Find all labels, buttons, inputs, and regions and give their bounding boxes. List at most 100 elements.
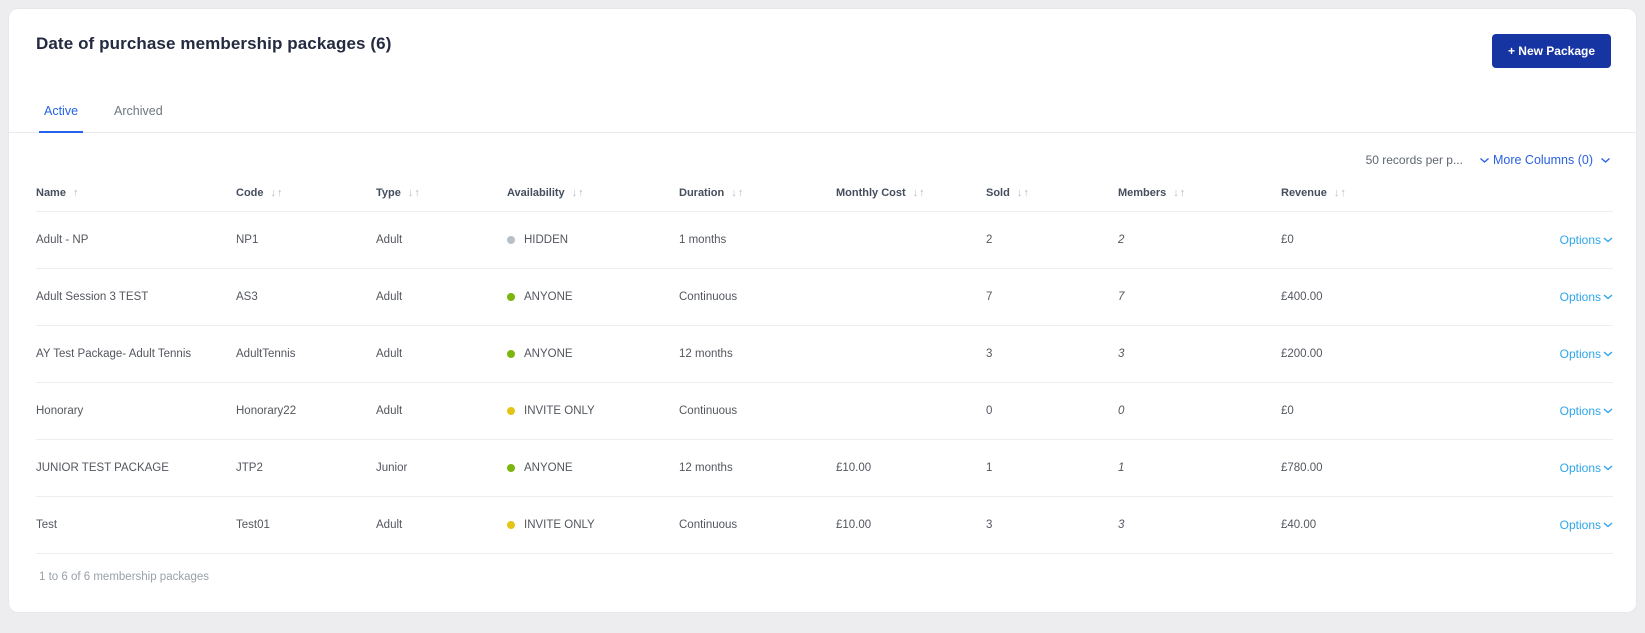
cell-availability: ANYONE bbox=[507, 325, 679, 383]
cell-duration: Continuous bbox=[679, 268, 836, 326]
column-header-duration[interactable]: Duration ↓↑ bbox=[679, 173, 836, 212]
options-button[interactable]: Options bbox=[1560, 518, 1613, 532]
cell-revenue: £400.00 bbox=[1281, 268, 1451, 326]
packages-table: Name ↑ Code ↓↑ Type ↓↑ Availability ↓↑ Duration ↓… bbox=[36, 173, 1613, 554]
cell-monthly-cost bbox=[836, 268, 986, 326]
table-row: JUNIOR TEST PACKAGE JTP2 Junior ANYONE 12 mo… bbox=[36, 439, 1613, 497]
sort-arrows-icon: ↓↑ bbox=[571, 187, 585, 199]
sort-arrows-icon: ↓↑ bbox=[1333, 187, 1347, 199]
availability-status-dot bbox=[507, 521, 515, 529]
options-label: Options bbox=[1559, 233, 1601, 247]
card-header: Date of purchase membership packages (6)… bbox=[9, 9, 1636, 68]
chevron-down-icon bbox=[1603, 351, 1613, 357]
options-button[interactable]: Options bbox=[1560, 347, 1613, 361]
table-row: Test Test01 Adult INVITE ONLY Continuous £10.… bbox=[36, 496, 1613, 554]
cell-name: Adult Session 3 TEST bbox=[36, 268, 236, 326]
cell-code: AdultTennis bbox=[236, 325, 376, 383]
more-columns-label: More Columns (0) bbox=[1492, 153, 1593, 167]
availability-label: ANYONE bbox=[524, 291, 573, 303]
more-columns-dropdown[interactable]: More Columns (0) bbox=[1479, 153, 1611, 167]
sort-arrows-icon: ↓↑ bbox=[407, 187, 421, 199]
cell-availability: INVITE ONLY bbox=[507, 382, 679, 440]
cell-sold: 1 bbox=[986, 439, 1118, 497]
pagination-summary: 1 to 6 of 6 membership packages bbox=[39, 571, 210, 583]
cell-type: Adult bbox=[376, 382, 507, 440]
column-label: Revenue bbox=[1281, 187, 1327, 199]
cell-members: 3 bbox=[1118, 496, 1281, 554]
column-label: Duration bbox=[679, 187, 725, 199]
cell-sold: 3 bbox=[986, 325, 1118, 383]
column-label: Monthly Cost bbox=[836, 187, 906, 199]
records-per-page-select[interactable]: 50 records per p... bbox=[1366, 153, 1463, 167]
availability-status-dot bbox=[507, 464, 515, 472]
column-label: Code bbox=[236, 187, 264, 199]
new-package-button[interactable]: + New Package bbox=[1491, 34, 1611, 68]
chevron-down-icon bbox=[1603, 408, 1613, 414]
availability-status-dot bbox=[507, 407, 515, 415]
options-button[interactable]: Options bbox=[1560, 461, 1613, 475]
cell-availability: ANYONE bbox=[507, 439, 679, 497]
column-header-code[interactable]: Code ↓↑ bbox=[236, 173, 376, 212]
column-header-monthly-cost[interactable]: Monthly Cost ↓↑ bbox=[836, 173, 986, 212]
chevron-down-icon bbox=[1603, 294, 1613, 300]
column-header-members[interactable]: Members ↓↑ bbox=[1118, 173, 1281, 212]
cell-code: AS3 bbox=[236, 268, 376, 326]
column-header-availability[interactable]: Availability ↓↑ bbox=[507, 173, 679, 212]
column-label: Type bbox=[376, 187, 401, 199]
cell-options: Options bbox=[1451, 496, 1613, 554]
column-header-name[interactable]: Name ↑ bbox=[36, 173, 236, 212]
table-row: Honorary Honorary22 Adult INVITE ONLY Contin… bbox=[36, 382, 1613, 440]
cell-sold: 3 bbox=[986, 496, 1118, 554]
cell-members: 3 bbox=[1118, 325, 1281, 383]
availability-status-dot bbox=[507, 236, 515, 244]
tabs-row: Active Archived bbox=[9, 104, 1636, 133]
table-row: Adult Session 3 TEST AS3 Adult ANYONE Contin… bbox=[36, 268, 1613, 326]
cell-revenue: £0 bbox=[1281, 211, 1451, 269]
table-header-row: Name ↑ Code ↓↑ Type ↓↑ Availability ↓↑ Duration ↓… bbox=[36, 173, 1613, 212]
cell-options: Options bbox=[1451, 325, 1613, 383]
cell-sold: 7 bbox=[986, 268, 1118, 326]
cell-revenue: £200.00 bbox=[1281, 325, 1451, 383]
column-header-sold[interactable]: Sold ↓↑ bbox=[986, 173, 1118, 212]
options-button[interactable]: Options bbox=[1560, 290, 1613, 304]
cell-type: Junior bbox=[376, 439, 507, 497]
chevron-down-icon bbox=[1600, 157, 1611, 164]
column-header-options bbox=[1451, 173, 1613, 212]
cell-type: Adult bbox=[376, 211, 507, 269]
column-header-type[interactable]: Type ↓↑ bbox=[376, 173, 507, 212]
cell-code: NP1 bbox=[236, 211, 376, 269]
cell-duration: 12 months bbox=[679, 439, 836, 497]
options-label: Options bbox=[1559, 290, 1601, 304]
table-row: AY Test Package- Adult Tennis AdultTennis… bbox=[36, 325, 1613, 383]
availability-label: ANYONE bbox=[524, 462, 573, 474]
cell-code: Honorary22 bbox=[236, 382, 376, 440]
cell-monthly-cost bbox=[836, 325, 986, 383]
chevron-down-icon bbox=[1603, 465, 1613, 471]
cell-options: Options bbox=[1451, 382, 1613, 440]
options-label: Options bbox=[1559, 347, 1601, 361]
cell-options: Options bbox=[1451, 211, 1613, 269]
column-header-revenue[interactable]: Revenue ↓↑ bbox=[1281, 173, 1451, 212]
cell-name: Adult - NP bbox=[36, 211, 236, 269]
sort-arrows-icon: ↓↑ bbox=[1173, 187, 1187, 199]
cell-monthly-cost: £10.00 bbox=[836, 496, 986, 554]
cell-members: 2 bbox=[1118, 211, 1281, 269]
availability-status-dot bbox=[507, 293, 515, 301]
controls-row: 50 records per p... More Columns (0) bbox=[9, 133, 1636, 173]
cell-code: Test01 bbox=[236, 496, 376, 554]
availability-status-dot bbox=[507, 350, 515, 358]
options-button[interactable]: Options bbox=[1560, 233, 1613, 247]
cell-monthly-cost bbox=[836, 382, 986, 440]
sort-arrows-icon: ↓↑ bbox=[731, 187, 745, 199]
options-button[interactable]: Options bbox=[1560, 404, 1613, 418]
table-body: Adult - NP NP1 Adult HIDDEN 1 months 2 2 £0 Opti… bbox=[36, 211, 1613, 554]
cell-name: JUNIOR TEST PACKAGE bbox=[36, 439, 236, 497]
cell-options: Options bbox=[1451, 439, 1613, 497]
availability-label: INVITE ONLY bbox=[524, 405, 595, 417]
cell-members: 1 bbox=[1118, 439, 1281, 497]
tab-active[interactable]: Active bbox=[39, 104, 84, 133]
sort-arrows-icon: ↓↑ bbox=[1016, 187, 1030, 199]
sort-arrows-icon: ↓↑ bbox=[912, 187, 926, 199]
chevron-down-icon bbox=[1479, 157, 1490, 164]
tab-archived[interactable]: Archived bbox=[109, 104, 168, 132]
